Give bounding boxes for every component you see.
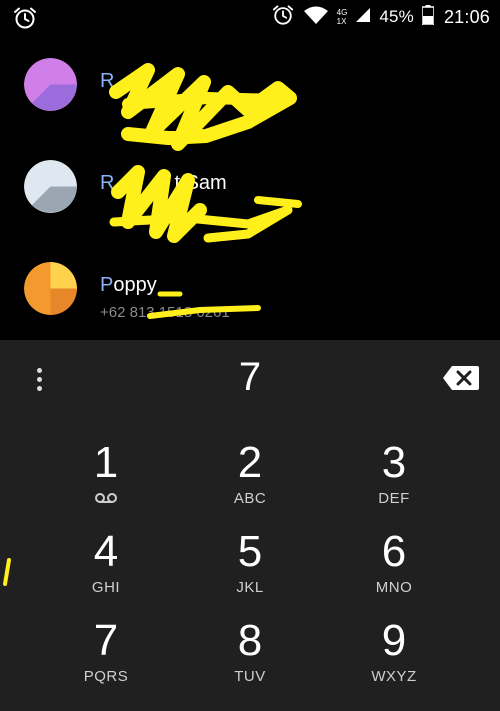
dial-key-4[interactable]: 4 GHI bbox=[36, 529, 176, 615]
alarm-clock-icon bbox=[271, 4, 295, 31]
dial-key-5[interactable]: 5 JKL bbox=[180, 529, 320, 615]
more-options-icon[interactable] bbox=[24, 364, 54, 394]
contact-name-initial: P bbox=[100, 274, 114, 296]
key-letters: PQRS bbox=[83, 668, 129, 685]
status-bar: 4G 1X 45% 21:06 bbox=[0, 0, 500, 34]
key-digit: 7 bbox=[93, 616, 119, 665]
clock-time: 21:06 bbox=[443, 6, 490, 27]
wifi-icon bbox=[303, 5, 329, 30]
contact-item[interactable]: Poppy +62 813 1518 0261 bbox=[0, 238, 500, 340]
dial-key-2[interactable]: 2 ABC bbox=[180, 440, 320, 526]
contact-item[interactable]: R bbox=[0, 34, 500, 151]
status-icons: 4G 1X 45% 21:06 bbox=[271, 0, 490, 34]
key-digit: 5 bbox=[237, 527, 263, 576]
dial-key-1[interactable]: 1 bbox=[36, 440, 176, 526]
contact-number: +62 813 1518 0261 bbox=[100, 304, 230, 321]
key-digit: 1 bbox=[93, 438, 119, 487]
key-digit: 6 bbox=[381, 527, 407, 576]
key-digit: 3 bbox=[381, 438, 407, 487]
contact-name-initial: R bbox=[100, 70, 115, 92]
battery-percent: 45% bbox=[379, 7, 414, 26]
backspace-icon[interactable] bbox=[442, 364, 480, 392]
contact-avatar bbox=[24, 262, 77, 315]
dial-key-3[interactable]: 3 DEF bbox=[324, 440, 464, 526]
dial-key-6[interactable]: 6 MNO bbox=[324, 529, 464, 615]
key-letters: ABC bbox=[233, 490, 267, 507]
dialed-number-field[interactable]: 7 bbox=[120, 355, 380, 400]
key-letters: JKL bbox=[236, 579, 264, 596]
key-digit: 2 bbox=[237, 438, 263, 487]
contact-name-initial: R bbox=[100, 172, 115, 194]
key-letters: DEF bbox=[378, 490, 410, 507]
key-letters: GHI bbox=[91, 579, 121, 596]
contact-name-rest: oppy bbox=[113, 274, 157, 296]
contact-name-rest: t.Sam bbox=[174, 172, 227, 194]
key-digit: 4 bbox=[93, 527, 119, 576]
signal-icon bbox=[355, 7, 371, 28]
dial-key-7[interactable]: 7 PQRS bbox=[36, 618, 176, 704]
dial-key-9[interactable]: 9 WXYZ bbox=[324, 618, 464, 704]
contact-suggestions-list: R Rt.Sam Poppy +62 813 1518 0261 bbox=[0, 34, 500, 340]
dial-key-8[interactable]: 8 TUV bbox=[180, 618, 320, 704]
dial-header: 7 bbox=[0, 340, 500, 420]
alarm-clock-icon bbox=[12, 6, 38, 30]
key-letters: MNO bbox=[375, 579, 413, 596]
contact-name: R bbox=[100, 70, 114, 93]
contact-name: Rt.Sam bbox=[100, 172, 227, 195]
dialpad: 7 1 2 ABC 3 DEF 4 GHI 5 JKL 6 MNO 7 PQRS… bbox=[0, 340, 500, 711]
contact-item[interactable]: Rt.Sam bbox=[0, 136, 500, 243]
key-digit: 9 bbox=[381, 616, 407, 665]
contact-avatar bbox=[24, 160, 77, 213]
contact-name: Poppy bbox=[100, 274, 157, 297]
key-letters: WXYZ bbox=[371, 668, 417, 685]
key-letters: TUV bbox=[234, 668, 266, 685]
network-type-badge: 4G 1X bbox=[337, 8, 348, 26]
redaction-scribble bbox=[3, 558, 11, 586]
voicemail-icon bbox=[95, 493, 117, 503]
battery-icon bbox=[421, 4, 435, 30]
redaction-scribble bbox=[109, 165, 302, 243]
contact-avatar bbox=[24, 58, 77, 111]
network-top-label: 4G bbox=[336, 8, 348, 17]
network-bottom-label: 1X bbox=[336, 17, 347, 26]
key-digit: 8 bbox=[237, 616, 263, 665]
